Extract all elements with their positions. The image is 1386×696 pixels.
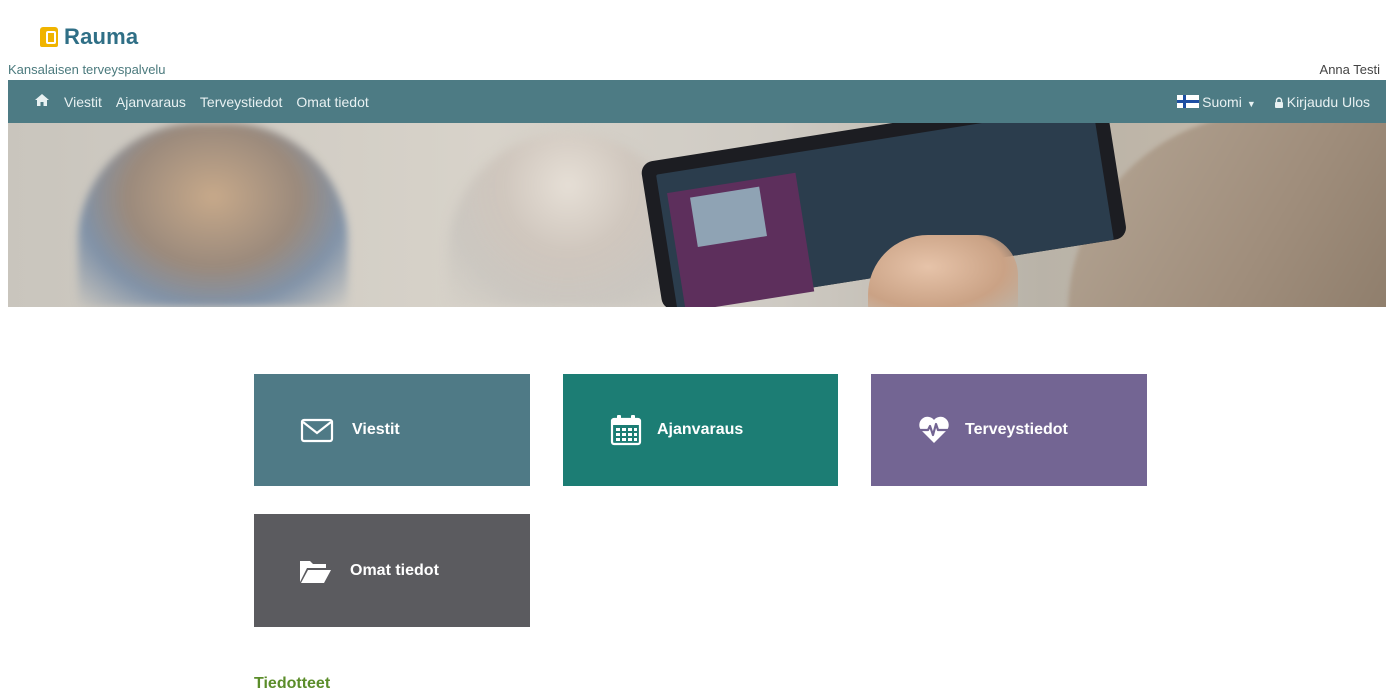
tile-omat-tiedot[interactable]: Omat tiedot (254, 514, 530, 627)
hero-tablet-card (690, 186, 767, 247)
rauma-logo-icon (40, 27, 58, 47)
hero-tablet-panel (667, 172, 815, 307)
main-navbar: Viestit Ajanvaraus Terveystiedot Omat ti… (8, 80, 1386, 123)
language-label: Suomi (1202, 93, 1242, 110)
nav-item-omat-tiedot[interactable]: Omat tiedot (296, 94, 368, 110)
nav-item-ajanvaraus[interactable]: Ajanvaraus (116, 94, 186, 110)
language-dropdown[interactable]: Suomi ▼ (1177, 94, 1256, 110)
logo-text: Rauma (64, 24, 139, 49)
folder-open-icon (300, 560, 331, 583)
hero-banner-image (8, 123, 1386, 307)
nav-right-group: Suomi ▼ Kirjaudu Ulos (1177, 94, 1386, 110)
finland-flag-icon (1177, 94, 1200, 108)
tile-label: Terveystiedot (965, 421, 1068, 438)
nav-home[interactable] (34, 93, 50, 110)
calendar-icon (610, 415, 642, 446)
envelope-icon (300, 418, 334, 443)
tile-label: Viestit (352, 421, 400, 438)
nav-item-viestit[interactable]: Viestit (64, 94, 102, 110)
tile-label: Omat tiedot (350, 561, 439, 579)
section-title-tiedotteet: Tiedotteet (254, 675, 331, 692)
rauma-logo[interactable]: Rauma (40, 24, 138, 50)
logout-label: Kirjaudu Ulos (1286, 93, 1370, 110)
home-icon (35, 94, 49, 106)
tile-terveystiedot[interactable]: Terveystiedot (871, 374, 1147, 486)
logout-link[interactable]: Kirjaudu Ulos (1274, 94, 1370, 110)
heartbeat-icon (919, 416, 949, 443)
tile-viestit[interactable]: Viestit (254, 374, 530, 486)
caret-down-icon: ▼ (1246, 98, 1256, 109)
nav-item-terveystiedot[interactable]: Terveystiedot (200, 94, 282, 110)
user-name: Anna Testi (1319, 62, 1380, 77)
lock-icon (1274, 96, 1283, 108)
tile-ajanvaraus[interactable]: Ajanvaraus (563, 374, 838, 486)
tile-label: Ajanvaraus (657, 421, 744, 438)
service-subtitle: Kansalaisen terveyspalvelu (8, 62, 166, 77)
nav-left-group: Viestit Ajanvaraus Terveystiedot Omat ti… (8, 93, 369, 110)
hero-nurse-figure (78, 123, 348, 307)
